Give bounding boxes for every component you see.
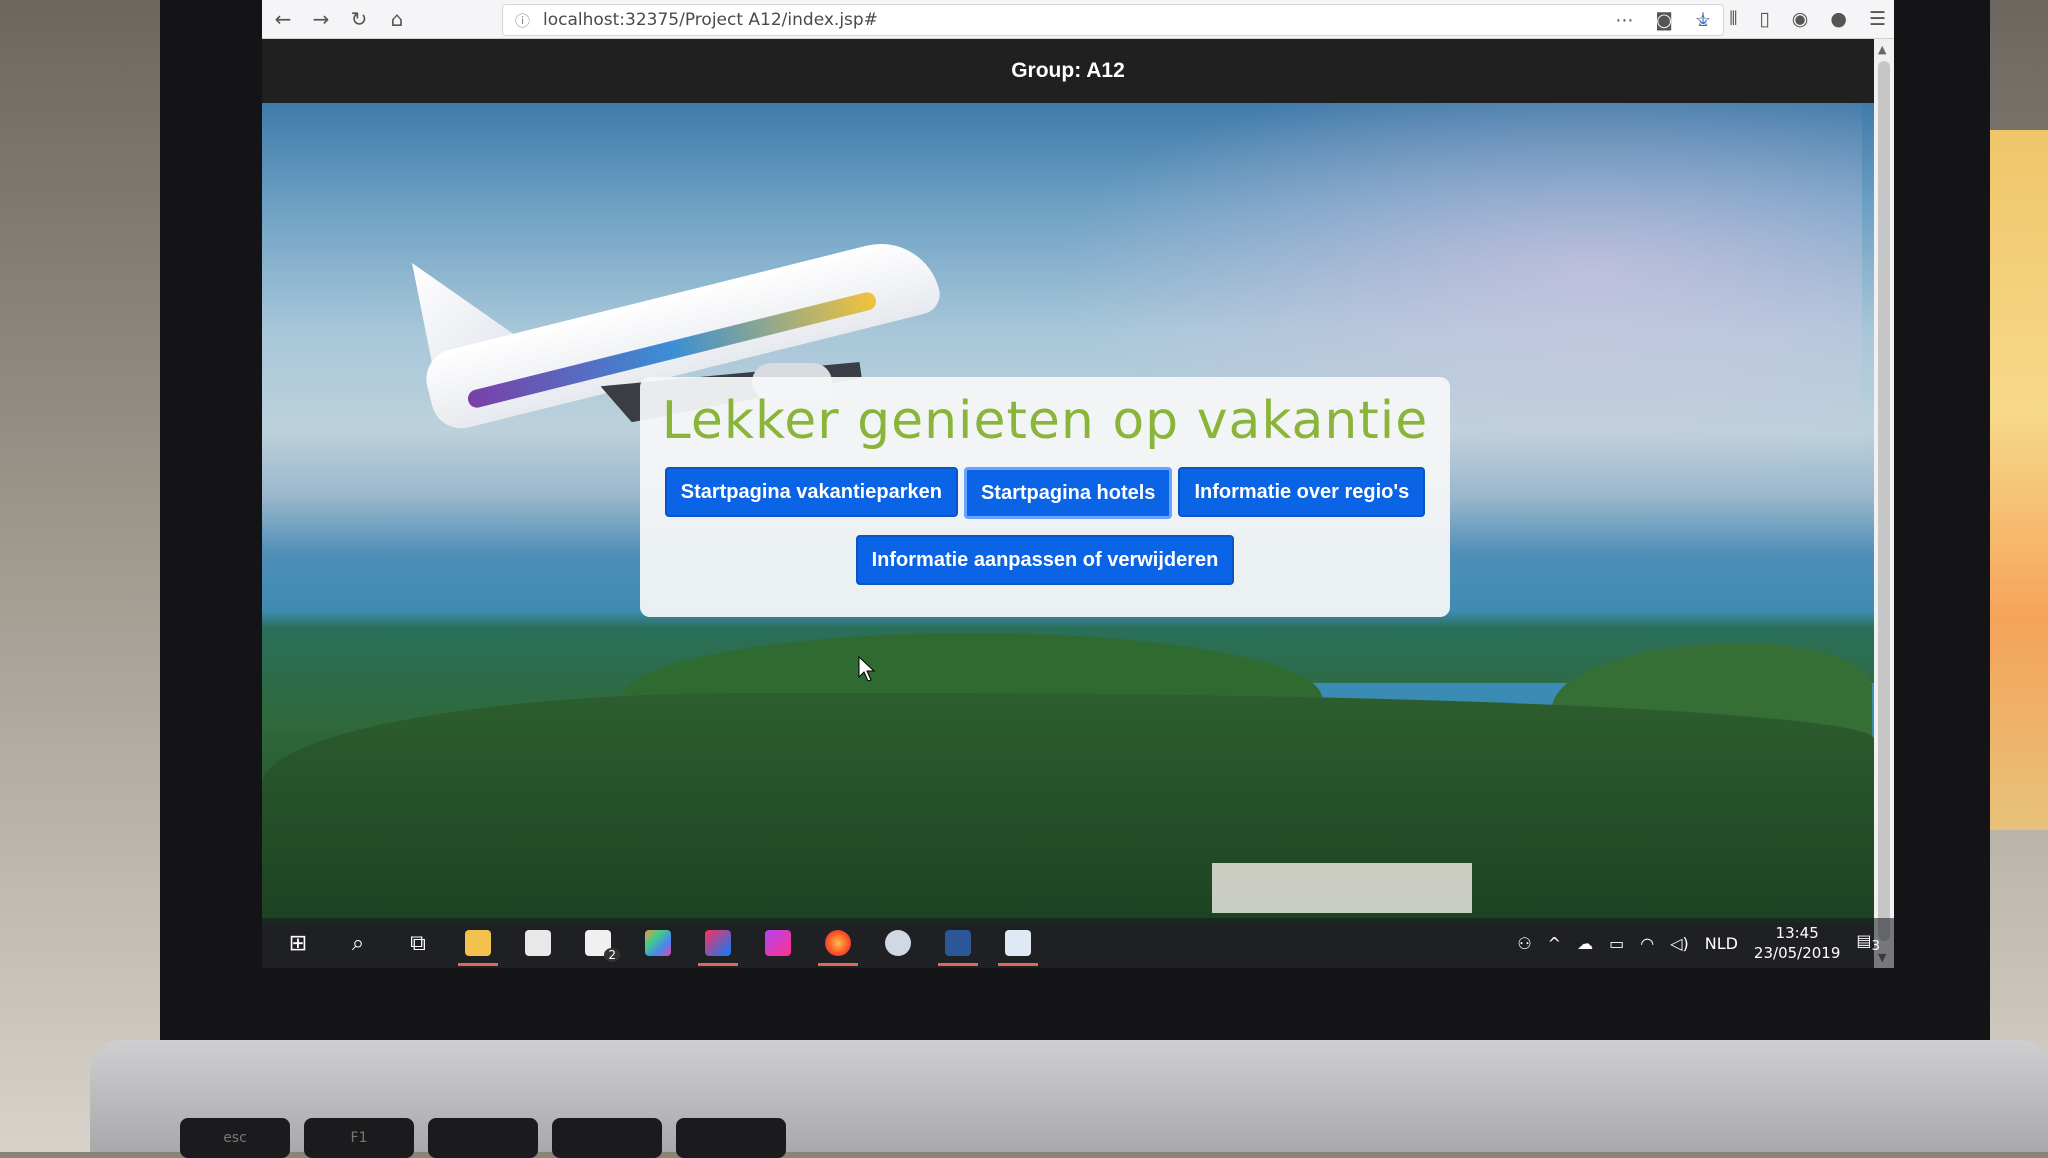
- 3d-viewer-icon[interactable]: [994, 920, 1042, 966]
- menu-icon[interactable]: ☰: [1869, 8, 1886, 30]
- language-indicator[interactable]: NLD: [1705, 934, 1738, 953]
- forest-foreground: [262, 693, 1874, 923]
- wifi-icon[interactable]: ◠: [1640, 934, 1654, 953]
- scroll-thumb[interactable]: [1878, 61, 1890, 941]
- intellij-icon[interactable]: [694, 920, 742, 966]
- hotels-button[interactable]: Startpagina hotels: [963, 467, 1173, 519]
- clock-date: 23/05/2019: [1753, 944, 1841, 962]
- f3-key: [552, 1118, 662, 1158]
- scroll-up-icon[interactable]: ▲: [1878, 43, 1886, 56]
- keyboard-row: esc F1: [180, 1118, 786, 1158]
- clock-time: 13:45: [1775, 924, 1819, 942]
- search-icon[interactable]: ⌕: [334, 920, 382, 966]
- extension-icon[interactable]: ◉: [1792, 8, 1809, 30]
- reload-button[interactable]: ↻: [342, 2, 376, 36]
- mail-badge: 2: [604, 948, 620, 962]
- regios-button[interactable]: Informatie over regio's: [1178, 467, 1426, 517]
- resort-buildings: [1212, 863, 1472, 913]
- word-icon[interactable]: [934, 920, 982, 966]
- phpstorm-icon[interactable]: [754, 920, 802, 966]
- git-icon[interactable]: [634, 920, 682, 966]
- vakantieparken-button[interactable]: Startpagina vakantieparken: [664, 467, 958, 517]
- screen: ← → ↻ ⌂ ⓘ localhost:32375/Project A12/in…: [262, 0, 1894, 968]
- battery-icon[interactable]: ▭: [1609, 934, 1624, 953]
- hero-background-image: Lekker genieten op vakantie Startpagina …: [262, 103, 1874, 923]
- welcome-card: Lekker genieten op vakantie Startpagina …: [640, 377, 1450, 617]
- show-hidden-icons-chevron-icon[interactable]: ^: [1548, 934, 1561, 953]
- account-icon[interactable]: ●: [1830, 8, 1847, 30]
- file-explorer-icon[interactable]: [454, 920, 502, 966]
- volume-icon[interactable]: ◁): [1670, 934, 1689, 953]
- download-icon[interactable]: ⤓: [1699, 8, 1707, 30]
- f1-key: F1: [304, 1118, 414, 1158]
- page-title: Lekker genieten op vakantie: [661, 391, 1429, 451]
- sticky-notes: [1988, 130, 2048, 830]
- home-button[interactable]: ⌂: [380, 2, 414, 36]
- edit-info-button[interactable]: Informatie aanpassen of verwijderen: [855, 535, 1235, 585]
- notification-center-icon[interactable]: ▤3: [1856, 931, 1880, 954]
- info-icon[interactable]: ⓘ: [515, 10, 530, 31]
- firefox-icon[interactable]: [814, 920, 862, 966]
- notification-count: 3: [1871, 939, 1880, 955]
- task-view-icon[interactable]: ⧉: [394, 920, 442, 966]
- address-bar[interactable]: ⓘ localhost:32375/Project A12/index.jsp#…: [502, 4, 1724, 36]
- clock[interactable]: 13:45 23/05/2019: [1754, 923, 1840, 963]
- esc-key: esc: [180, 1118, 290, 1158]
- page-header: Group: A12: [262, 39, 1874, 103]
- people-icon[interactable]: ⚇: [1517, 934, 1531, 953]
- browser-toolbar: ← → ↻ ⌂ ⓘ localhost:32375/Project A12/in…: [262, 0, 1894, 39]
- back-button[interactable]: ←: [266, 2, 300, 36]
- mouse-cursor-icon: [858, 656, 876, 682]
- url-text[interactable]: localhost:32375/Project A12/index.jsp#: [543, 10, 878, 30]
- page-actions-icon[interactable]: ⋯: [1615, 10, 1633, 31]
- forward-button[interactable]: →: [304, 2, 338, 36]
- snipping-tool-icon[interactable]: [874, 920, 922, 966]
- pocket-icon[interactable]: ◙: [1655, 10, 1672, 31]
- store-icon[interactable]: [514, 920, 562, 966]
- sidebar-icon[interactable]: ▯: [1759, 8, 1769, 30]
- onedrive-icon[interactable]: ☁: [1577, 934, 1593, 953]
- windows-start-icon[interactable]: ⊞: [274, 920, 322, 966]
- system-tray: ⚇ ^ ☁ ▭ ◠ ◁) NLD 13:45 23/05/2019 ▤3: [1517, 918, 1880, 968]
- f2-key: [428, 1118, 538, 1158]
- windows-taskbar: ⊞ ⌕ ⧉ 2 ⚇ ^ ☁ ▭ ◠ ◁) NLD 13:45 23/05/201…: [262, 918, 1894, 968]
- page-scrollbar[interactable]: ▲ ▼: [1874, 39, 1894, 968]
- f4-key: [676, 1118, 786, 1158]
- library-icon[interactable]: ⫴: [1729, 8, 1737, 30]
- mail-icon[interactable]: 2: [574, 920, 622, 966]
